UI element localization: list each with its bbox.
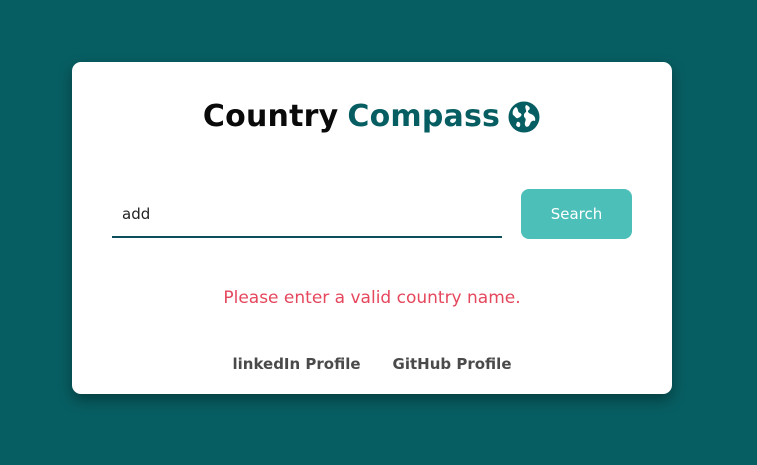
title-country: Country <box>202 99 339 134</box>
search-button[interactable]: Search <box>521 189 632 239</box>
country-compass-card: Country Compass Search Please enter a va… <box>72 62 672 394</box>
globe-icon <box>507 100 541 134</box>
page-title: Country Compass <box>72 97 672 137</box>
error-message: Please enter a valid country name. <box>223 288 521 308</box>
country-search-input[interactable] <box>112 192 502 238</box>
profile-links: linkedIn Profile GitHub Profile <box>72 354 672 374</box>
title-compass: Compass <box>347 99 501 134</box>
linkedin-profile-link[interactable]: linkedIn Profile <box>232 354 360 374</box>
github-profile-link[interactable]: GitHub Profile <box>393 354 512 374</box>
